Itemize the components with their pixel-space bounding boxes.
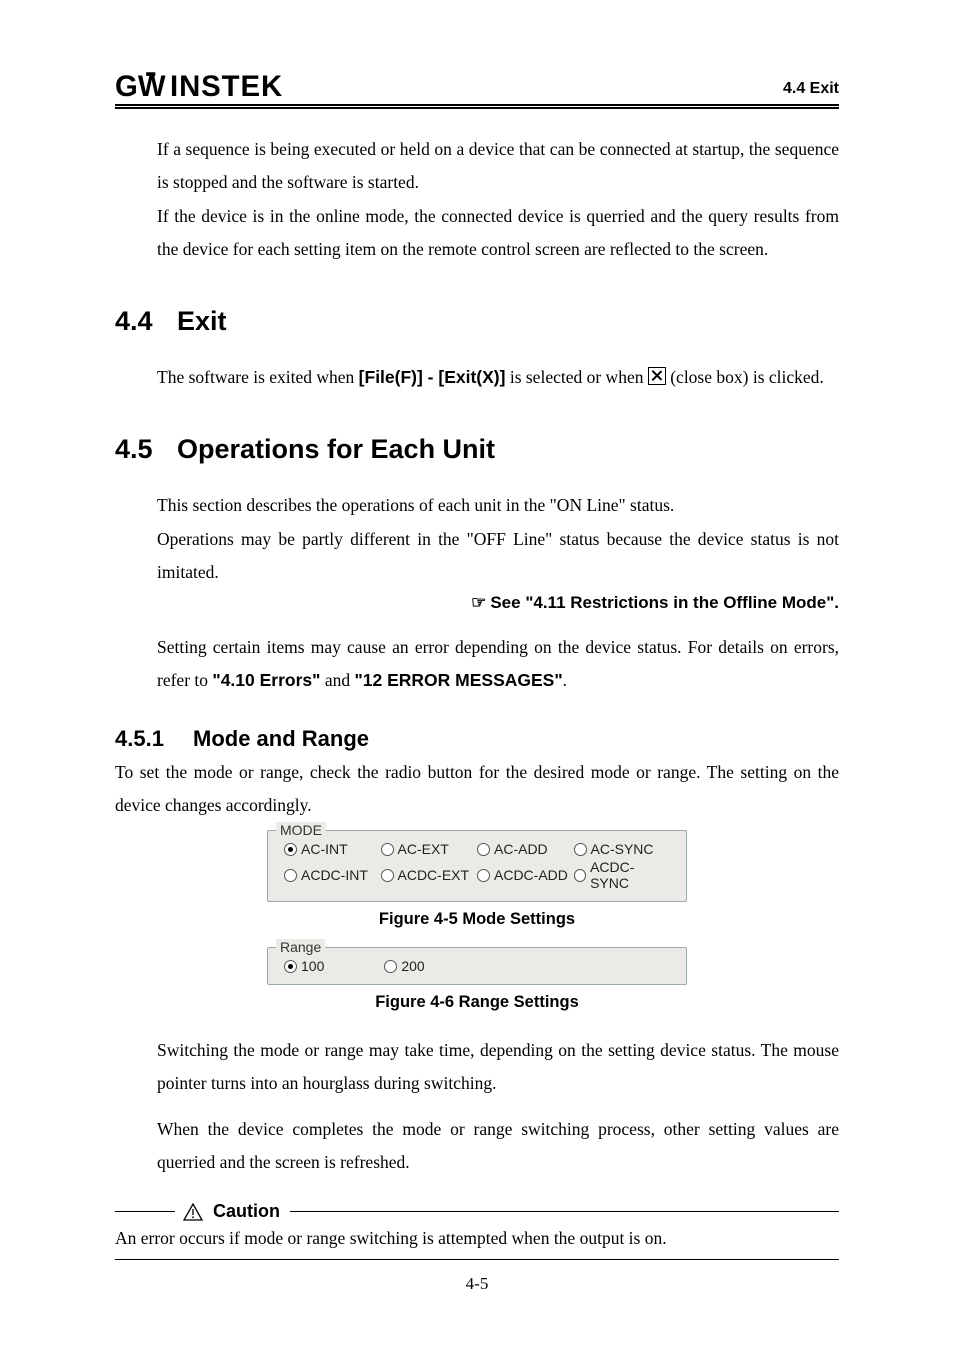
radio-acdc-add[interactable]: ACDC-ADD — [477, 859, 574, 891]
radio-dot-icon — [284, 869, 297, 882]
header-section-label: 4.4 Exit — [783, 80, 839, 102]
mode-row-1: AC-INT AC-EXT AC-ADD AC-SYNC — [284, 841, 670, 857]
intro-block: If a sequence is being executed or held … — [157, 133, 839, 266]
ops-p1: This section describes the operations of… — [157, 489, 839, 522]
post-fig-block: Switching the mode or range may take tim… — [157, 1034, 839, 1179]
close-box-icon — [648, 367, 666, 385]
radio-dot-icon — [477, 843, 490, 856]
svg-text:INSTEK: INSTEK — [170, 70, 283, 102]
radio-dot-icon — [381, 843, 394, 856]
mode-panel-legend: MODE — [276, 822, 326, 838]
radio-range-200[interactable]: 200 — [384, 958, 424, 974]
exit-mid: is selected or when — [505, 367, 647, 387]
caution-triangle-icon — [183, 1203, 203, 1221]
radio-acdc-int[interactable]: ACDC-INT — [284, 859, 381, 891]
heading-4-5-num: 4.5 — [115, 434, 177, 465]
page-header: G W INSTEK 4.4 Exit — [115, 70, 839, 109]
exit-body: The software is exited when [File(F)] - … — [157, 361, 839, 394]
figure-4-6-caption: Figure 4-6 Range Settings — [115, 993, 839, 1012]
radio-ac-ext[interactable]: AC-EXT — [381, 841, 478, 857]
heading-4-5: 4.5Operations for Each Unit — [115, 434, 839, 465]
page-number: 4-5 — [0, 1274, 954, 1294]
radio-dot-icon — [284, 843, 297, 856]
radio-ac-int[interactable]: AC-INT — [284, 841, 381, 857]
radio-ac-add[interactable]: AC-ADD — [477, 841, 574, 857]
mode-range-body: To set the mode or range, check the radi… — [115, 756, 839, 823]
caution-label: Caution — [213, 1201, 280, 1222]
radio-dot-icon — [574, 869, 587, 882]
heading-4-5-1-num: 4.5.1 — [115, 726, 193, 752]
figure-4-5-caption: Figure 4-5 Mode Settings — [115, 910, 839, 929]
exit-pre: The software is exited when — [157, 367, 359, 387]
svg-text:G: G — [115, 70, 139, 102]
post-fig-p2: When the device completes the mode or ra… — [157, 1113, 839, 1180]
heading-4-5-1-title: Mode and Range — [193, 726, 369, 751]
ops-p3: Setting certain items may cause an error… — [157, 631, 839, 698]
mode-row-2: ACDC-INT ACDC-EXT ACDC-ADD ACDC-SYNC — [284, 859, 670, 891]
pointing-hand-icon: ☞ — [471, 593, 486, 613]
ops-p2: Operations may be partly different in th… — [157, 523, 839, 590]
caution-header: Caution — [115, 1201, 839, 1222]
see-reference: ☞See "4.11 Restrictions in the Offline M… — [115, 593, 839, 613]
heading-4-5-title: Operations for Each Unit — [177, 434, 495, 464]
heading-4-4-title: Exit — [177, 306, 227, 336]
range-panel: Range 100 200 — [267, 947, 687, 985]
heading-4-5-1: 4.5.1Mode and Range — [115, 726, 839, 752]
radio-range-100[interactable]: 100 — [284, 958, 324, 974]
radio-ac-sync[interactable]: AC-SYNC — [574, 841, 671, 857]
post-fig-p1: Switching the mode or range may take tim… — [157, 1034, 839, 1101]
caution-text: An error occurs if mode or range switchi… — [115, 1228, 839, 1260]
exit-post: (close box) is clicked. — [666, 367, 824, 387]
caution-rule-left — [115, 1211, 175, 1212]
radio-acdc-sync[interactable]: ACDC-SYNC — [574, 859, 671, 891]
heading-4-4-num: 4.4 — [115, 306, 177, 337]
heading-4-4: 4.4Exit — [115, 306, 839, 337]
mode-panel: MODE AC-INT AC-EXT AC-ADD AC-SYNC ACDC-I… — [267, 830, 687, 902]
see-reference-text: See "4.11 Restrictions in the Offline Mo… — [490, 593, 839, 612]
range-row: 100 200 — [284, 958, 670, 974]
exit-menu-path: [File(F)] - [Exit(X)] — [359, 367, 506, 387]
radio-dot-icon — [384, 960, 397, 973]
brand-logo: G W INSTEK — [115, 70, 335, 102]
radio-dot-icon — [574, 843, 587, 856]
radio-dot-icon — [381, 869, 394, 882]
radio-dot-icon — [477, 869, 490, 882]
radio-dot-icon — [284, 960, 297, 973]
intro-p1: If a sequence is being executed or held … — [157, 133, 839, 200]
radio-acdc-ext[interactable]: ACDC-EXT — [381, 859, 478, 891]
ops-block: This section describes the operations of… — [157, 489, 839, 589]
intro-p2: If the device is in the online mode, the… — [157, 200, 839, 267]
mode-range-p1: To set the mode or range, check the radi… — [115, 756, 839, 823]
caution-rule-right — [290, 1211, 839, 1212]
range-panel-legend: Range — [276, 939, 325, 955]
